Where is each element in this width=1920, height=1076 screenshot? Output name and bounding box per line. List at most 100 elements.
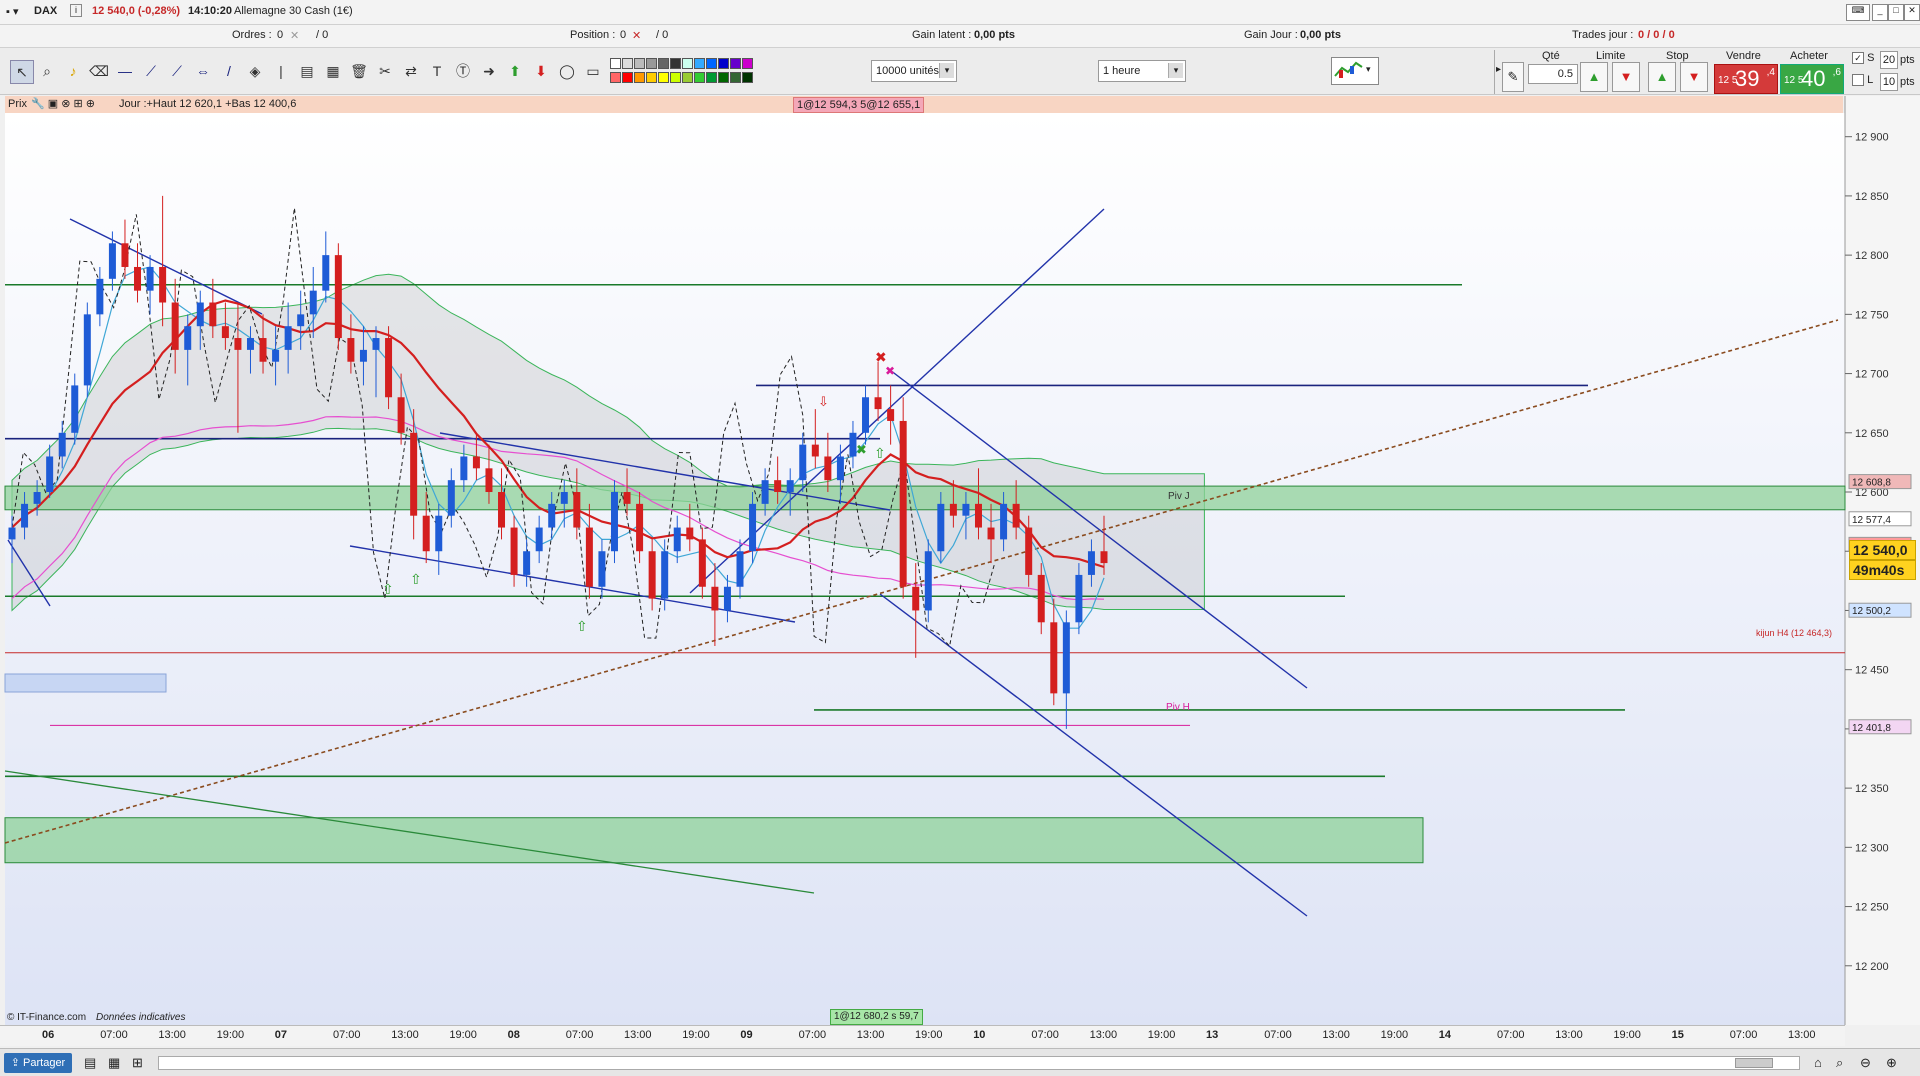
candle-body	[460, 456, 468, 481]
buy-button[interactable]: 12 5 40 ,6	[1780, 64, 1844, 94]
close-icon[interactable]: ✕	[1904, 4, 1920, 21]
trendline-icon[interactable]: ⟋	[166, 60, 188, 82]
s-points-input[interactable]: 20	[1880, 51, 1898, 69]
instrument-name[interactable]: DAX	[34, 5, 57, 17]
price-chart[interactable]: ⇧ ⇧ ⇧ ⇧ ⇩ ✖ ✖ ✖ 12 90012 85012 80012 750…	[0, 96, 1920, 1026]
vertical-line-icon[interactable]: |	[270, 60, 292, 82]
candle-body	[1000, 503, 1008, 540]
candle-body	[912, 586, 920, 611]
l-points-input[interactable]: 10	[1880, 73, 1898, 91]
limit-option[interactable]: L	[1852, 74, 1873, 87]
sell-price-decimal: ,4	[1766, 67, 1775, 78]
trash-icon[interactable]: 🗑	[348, 60, 370, 82]
channel-icon[interactable]: ◈	[244, 60, 266, 82]
export-icon[interactable]: ⊞	[132, 1055, 143, 1071]
sell-button[interactable]: 12 5 39 ,4	[1714, 64, 1778, 94]
pivot-h-label: Piv H	[1166, 702, 1190, 713]
fibonacci-icon[interactable]: ▤	[296, 60, 318, 82]
rectangle-icon[interactable]: ▭	[582, 60, 604, 82]
x-tick-label: 06	[42, 1029, 55, 1041]
x-tick-label: 13:00	[391, 1029, 419, 1041]
candle-body	[159, 266, 167, 303]
zoom-tool-icon[interactable]: ⌕	[36, 60, 58, 82]
color-palette[interactable]	[610, 58, 766, 86]
x-tick-label: 19:00	[682, 1029, 710, 1041]
candle-body	[723, 586, 731, 611]
text-tool-icon[interactable]: T	[426, 60, 448, 82]
share-button[interactable]: ⇪ Partager	[4, 1053, 72, 1073]
horizontal-line-icon[interactable]: —	[114, 60, 136, 82]
sell-label: Vendre	[1726, 50, 1761, 62]
x-tick-label: 08	[507, 1029, 520, 1041]
maximize-icon[interactable]: □	[1888, 4, 1904, 21]
scrollbar-thumb[interactable]	[1735, 1058, 1773, 1068]
menu-dropdown-icon[interactable]: ▪ ▾	[6, 5, 18, 18]
qty-label: Qté	[1542, 50, 1560, 62]
day-gain-value: 0,00 pts	[1300, 29, 1341, 41]
minimize-icon[interactable]: _	[1872, 4, 1888, 21]
candle-body	[121, 243, 129, 267]
candle-body	[385, 338, 393, 398]
s-pts-unit: pts	[1900, 54, 1915, 66]
segment-icon[interactable]: ⟋	[140, 60, 162, 82]
candle-body	[548, 503, 556, 528]
stop-option[interactable]: ✓ S	[1852, 52, 1874, 65]
position-close-icon[interactable]: ✕	[632, 29, 641, 42]
x-tick-label: 14	[1438, 1029, 1452, 1041]
arrow-right-icon[interactable]: ➜	[478, 60, 500, 82]
stop-sell-button[interactable]: ▼	[1680, 62, 1708, 92]
auto-scale-icon[interactable]: ⌂	[1814, 1055, 1822, 1070]
timeframe-select[interactable]: 1 heure ▾	[1098, 60, 1186, 82]
arrow-up-icon[interactable]: ⬆	[504, 60, 526, 82]
arrow-down-icon[interactable]: ⬇	[530, 60, 552, 82]
price-tag-label: 12 500,2	[1852, 606, 1891, 617]
zoom-out-icon[interactable]: ⊖	[1860, 1055, 1871, 1071]
x-tick-label: 07	[274, 1029, 288, 1041]
limit-buy-button[interactable]: ▲	[1580, 62, 1608, 92]
chart-type-button[interactable]: ▾	[1331, 57, 1379, 85]
alert-bell-icon[interactable]: ♪	[62, 60, 84, 82]
measure-icon[interactable]: ⇄	[400, 60, 422, 82]
limit-checkbox[interactable]	[1852, 74, 1864, 87]
candle-body	[686, 527, 694, 540]
time-scrollbar[interactable]	[158, 1056, 1800, 1070]
save-icon[interactable]: ▤	[84, 1055, 96, 1071]
limit-sell-button[interactable]: ▼	[1612, 62, 1640, 92]
candle-body	[485, 468, 493, 493]
settings-wrench-icon[interactable]: ✎	[1502, 62, 1524, 92]
zoom-in-icon[interactable]: ⊕	[1886, 1055, 1897, 1071]
candle-body	[1012, 503, 1020, 528]
candle-body	[1062, 622, 1070, 694]
annotation-icon[interactable]: Ⓣ	[452, 60, 474, 82]
qty-input[interactable]: 0.5	[1528, 64, 1578, 84]
candle-body	[134, 266, 142, 291]
zoom-fit-icon[interactable]: ⌕	[1836, 1055, 1843, 1071]
collapse-icon[interactable]: ▸	[1496, 64, 1501, 75]
x-tick-label: 07:00	[798, 1029, 827, 1041]
candle-body	[949, 503, 957, 516]
stop-checkbox[interactable]: ✓	[1852, 52, 1864, 65]
orders-cancel-icon[interactable]: ✕	[290, 29, 299, 42]
units-select[interactable]: 10000 unités ▾	[871, 60, 957, 82]
candle-body	[974, 503, 982, 528]
candle-body	[924, 551, 932, 611]
magnet-icon[interactable]: ✂	[374, 60, 396, 82]
gann-icon[interactable]: ▦	[322, 60, 344, 82]
print-icon[interactable]: ▦	[108, 1055, 120, 1071]
x-tick-label: 13:00	[158, 1029, 186, 1041]
candle-body	[309, 290, 317, 315]
x-tick-label: 09	[740, 1029, 753, 1041]
keyboard-icon[interactable]: ⌨	[1846, 4, 1870, 21]
eraser-icon[interactable]: ⌫	[88, 60, 110, 82]
sell-signal-icon: ⇩	[818, 395, 829, 410]
ellipse-icon[interactable]: ◯	[556, 60, 578, 82]
line-extended-icon[interactable]: /	[218, 60, 240, 82]
data-source: © IT-Finance.com	[7, 1012, 87, 1023]
stop-buy-button[interactable]: ▲	[1648, 62, 1676, 92]
pointer-tool-icon[interactable]: ↖	[10, 60, 34, 84]
candle-body	[184, 326, 192, 350]
info-icon[interactable]: i	[70, 4, 82, 17]
y-tick-label: 12 300	[1855, 842, 1889, 854]
ray-icon[interactable]: ⇔	[192, 60, 214, 82]
status-bar: Ordres : 0 ✕ / 0 Position : 0 ✕ / 0 Gain…	[0, 25, 1920, 48]
